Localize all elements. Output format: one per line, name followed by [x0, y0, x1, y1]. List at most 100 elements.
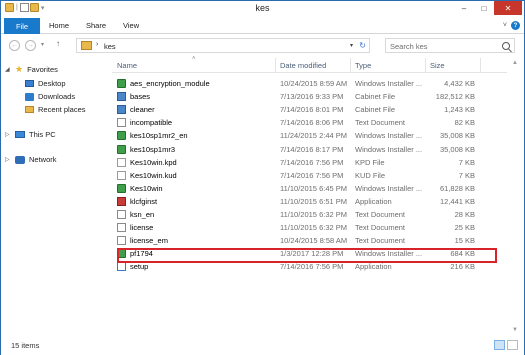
file-type: Text Document: [355, 118, 406, 128]
title-bar: | ▾ kes – □ ✕: [1, 1, 524, 17]
column-header-name[interactable]: Name: [117, 61, 137, 70]
nav-favorites-label: Favorites: [27, 65, 58, 74]
file-name: Kes10win: [130, 183, 163, 193]
file-date-modified: 7/14/2016 8:06 PM: [280, 118, 344, 128]
maximize-button[interactable]: □: [474, 1, 494, 15]
collapse-arrow-icon[interactable]: ▷: [5, 156, 11, 163]
file-row[interactable]: incompatible 7/14/2016 8:06 PM Text Docume…: [112, 116, 507, 129]
file-name: incompatible: [130, 118, 173, 128]
refresh-icon[interactable]: ↻: [359, 41, 366, 50]
details-view-icon[interactable]: [494, 340, 505, 350]
highlight-box: [117, 248, 497, 263]
file-size: 28 KB: [454, 210, 475, 219]
file-name: klcfginst: [130, 196, 158, 206]
up-button[interactable]: ↑: [56, 39, 60, 48]
expand-ribbon-icon[interactable]: ˅: [503, 22, 507, 29]
breadcrumb-kes[interactable]: kes: [104, 42, 116, 51]
search-placeholder: Search kes: [390, 42, 428, 51]
forward-button[interactable]: →: [25, 40, 36, 51]
nav-item-label: Recent places: [38, 105, 86, 114]
nav-item-recent-places[interactable]: Recent places: [25, 105, 86, 114]
search-input[interactable]: Search kes: [385, 38, 515, 53]
file-row[interactable]: Kes10win 11/10/2015 6:45 PM Windows Instal…: [112, 182, 507, 195]
vertical-scrollbar[interactable]: ▲ ▼: [509, 58, 523, 335]
network-icon: [15, 155, 25, 164]
ribbon-right-controls: ˅ ?: [503, 21, 520, 30]
column-divider[interactable]: [350, 58, 351, 72]
file-size: 35,008 KB: [439, 144, 475, 154]
column-divider[interactable]: [275, 58, 276, 72]
file-type: Windows Installer ...: [355, 144, 423, 154]
search-icon: [502, 42, 510, 50]
column-header-date[interactable]: Date modified: [280, 61, 326, 70]
file-name: aes_encryption_module: [130, 79, 210, 88]
file-name: Kes10win.kud: [130, 170, 177, 180]
file-row[interactable]: cleaner 7/14/2016 8:01 PM Cabinet File 1,24…: [112, 103, 507, 116]
column-header-size[interactable]: Size: [430, 61, 445, 70]
scroll-down-icon[interactable]: ▼: [512, 327, 518, 333]
file-row[interactable]: license 11/10/2015 6:32 PM Text Document 25…: [112, 221, 507, 234]
file-type: Cabinet File: [355, 105, 396, 115]
file-size: 182,512 KB: [435, 92, 475, 102]
file-row[interactable]: aes_encryption_module 10/24/2015 8:59 AM W…: [112, 77, 507, 90]
column-divider[interactable]: [480, 58, 481, 72]
file-name: kes10sp1mr3: [130, 144, 176, 154]
ribbon-tabs: File Home Share View ˅ ?: [1, 18, 524, 34]
address-bar-row: ← → ▾ ↑ › kes ▾ ↻ Search kes: [1, 35, 524, 57]
window-title: kes: [255, 3, 270, 13]
desktop-icon: [25, 80, 34, 87]
file-row[interactable]: Kes10win.kud 7/14/2016 7:56 PM KUD File 7 K…: [112, 169, 507, 182]
file-name: Kes10win.kpd: [130, 157, 177, 167]
file-row[interactable]: klcfginst 11/10/2015 6:51 PM Application 12…: [112, 195, 507, 208]
chevron-right-icon[interactable]: ›: [96, 41, 98, 48]
help-icon[interactable]: ?: [511, 21, 520, 30]
recent-locations-icon[interactable]: ▾: [41, 41, 44, 48]
file-size: 15 KB: [454, 236, 475, 246]
explorer-window: | ▾ kes – □ ✕ File Home Share View ˅ ? ←…: [0, 0, 525, 355]
address-box[interactable]: › kes ▾ ↻: [76, 38, 370, 53]
nav-this-pc[interactable]: ▷ This PC: [5, 130, 56, 139]
nav-item-label: Desktop: [38, 79, 66, 88]
text-document-icon: [117, 210, 126, 219]
file-row[interactable]: ksn_en 11/10/2015 6:32 PM Text Document 28 …: [112, 208, 507, 221]
column-header-type[interactable]: Type: [355, 61, 371, 70]
file-type: Windows Installer ...: [355, 183, 423, 193]
tab-share[interactable]: Share: [86, 21, 106, 30]
file-type: KPD File: [355, 157, 385, 167]
file-row[interactable]: Kes10win.kpd 7/14/2016 7:56 PM KPD File 7 K…: [112, 156, 507, 169]
scroll-up-icon[interactable]: ▲: [512, 60, 518, 66]
file-row[interactable]: bases 7/13/2016 9:33 PM Cabinet File 182,51…: [112, 90, 507, 103]
large-icons-view-icon[interactable]: [507, 340, 518, 350]
file-row[interactable]: license_em 10/24/2015 8:58 AM Text Documen…: [112, 234, 507, 247]
application-icon: [117, 262, 126, 272]
collapse-arrow-icon[interactable]: ▷: [5, 131, 11, 138]
tab-file[interactable]: File: [4, 18, 40, 34]
back-button[interactable]: ←: [9, 40, 20, 51]
close-button[interactable]: ✕: [494, 1, 522, 15]
file-date-modified: 11/10/2015 6:32 PM: [280, 223, 347, 233]
downloads-icon: [25, 92, 34, 101]
nav-favorites[interactable]: ◢ ★ Favorites: [5, 65, 58, 75]
file-name: setup: [130, 262, 149, 272]
application-icon: [117, 196, 126, 206]
nav-item-desktop[interactable]: Desktop: [25, 79, 66, 88]
tab-home[interactable]: Home: [49, 21, 69, 30]
file-row[interactable]: kes10sp1mr2_en 11/24/2015 2:44 PM Windows …: [112, 129, 507, 142]
file-type: KUD File: [355, 170, 386, 180]
tab-view[interactable]: View: [123, 21, 139, 30]
file-size: 12,441 KB: [439, 196, 475, 206]
nav-item-downloads[interactable]: Downloads: [25, 92, 75, 101]
file-icon: [117, 170, 126, 180]
chevron-down-icon[interactable]: ▾: [350, 42, 353, 49]
file-name: license_em: [130, 236, 168, 246]
column-divider[interactable]: [425, 58, 426, 72]
minimize-button[interactable]: –: [454, 1, 474, 15]
file-date-modified: 10/24/2015 8:59 AM: [280, 79, 348, 88]
file-size: 82 KB: [454, 118, 475, 128]
expand-arrow-icon[interactable]: ◢: [5, 66, 11, 73]
nav-network[interactable]: ▷ Network: [5, 155, 57, 164]
file-row[interactable]: kes10sp1mr3 7/14/2016 8:17 PM Windows Inst…: [112, 143, 507, 156]
file-type: Windows Installer ...: [355, 131, 423, 141]
file-type: Windows Installer ...: [355, 79, 423, 88]
file-name: cleaner: [130, 105, 155, 115]
